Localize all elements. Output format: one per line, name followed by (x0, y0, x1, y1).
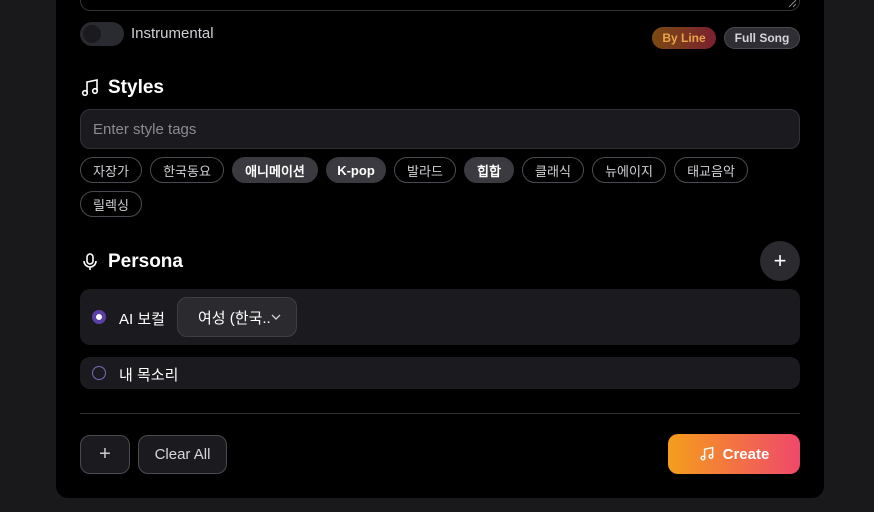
styles-heading: Styles (80, 77, 164, 99)
instrumental-toggle[interactable] (80, 22, 124, 46)
voice-select[interactable]: 여성 (한국.. (177, 297, 297, 337)
add-button[interactable]: + (80, 435, 130, 474)
music-note-icon (700, 446, 714, 461)
create-button[interactable]: Create (668, 434, 800, 474)
style-tag[interactable]: K-pop (326, 157, 386, 183)
clear-all-button[interactable]: Clear All (138, 435, 227, 474)
radio-selected[interactable] (92, 310, 106, 324)
voice-select-value: 여성 (한국.. (198, 309, 271, 327)
style-tag[interactable]: 클래식 (522, 157, 584, 183)
persona-option-label: 내 목소리 (119, 367, 179, 384)
full-song-button[interactable]: Full Song (724, 27, 800, 49)
add-persona-button[interactable]: + (760, 241, 800, 281)
resize-handle-icon[interactable] (788, 0, 797, 8)
persona-title: Persona (108, 251, 183, 272)
microphone-icon (83, 253, 97, 270)
create-label: Create (722, 445, 770, 463)
style-tag[interactable]: 한국동요 (150, 157, 224, 183)
style-tag[interactable]: 릴렉싱 (80, 191, 142, 217)
by-line-button[interactable]: By Line (652, 27, 716, 49)
style-tag[interactable]: 태교음악 (674, 157, 748, 183)
divider (80, 413, 800, 414)
style-tag[interactable]: 뉴에이지 (592, 157, 666, 183)
styles-title: Styles (108, 77, 164, 98)
radio-unselected[interactable] (92, 366, 106, 380)
toggle-knob (83, 25, 101, 43)
style-tag[interactable]: 자장가 (80, 157, 142, 183)
chevron-down-icon (271, 314, 281, 320)
persona-option-my-voice[interactable]: 내 목소리 (80, 357, 800, 389)
style-tags-input[interactable] (80, 109, 800, 149)
style-tag[interactable]: 발라드 (394, 157, 456, 183)
music-note-icon (81, 79, 99, 97)
style-tag[interactable]: 애니메이션 (232, 157, 318, 183)
persona-heading: Persona (80, 251, 183, 273)
plus-icon: + (773, 248, 787, 273)
persona-option-label: AI 보컬 (119, 311, 165, 328)
plus-icon: + (99, 443, 111, 465)
main-panel (56, 0, 824, 498)
instrumental-label: Instrumental (131, 25, 214, 42)
style-tag[interactable]: 힙합 (464, 157, 514, 183)
persona-option-ai-vocal[interactable]: AI 보컬 여성 (한국.. (80, 289, 800, 345)
lyrics-textarea[interactable] (80, 0, 800, 11)
